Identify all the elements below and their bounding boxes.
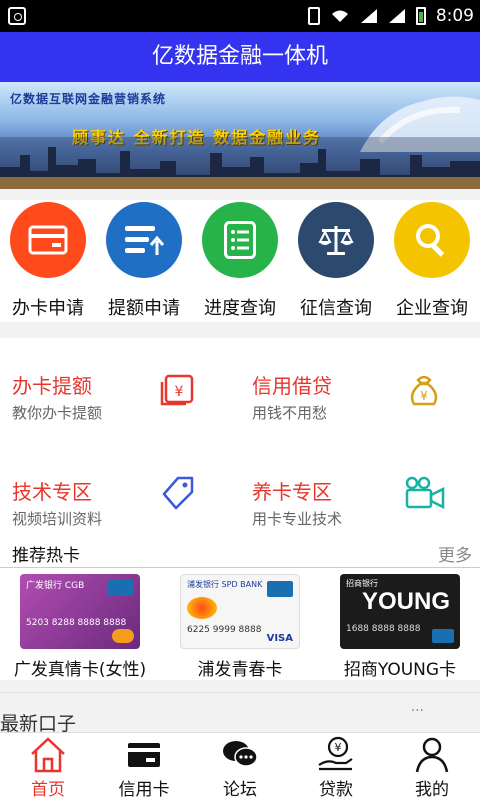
recommended-cards: 广发银行 CGB 5203 8288 8888 8888 广发真情卡(女性) 浦… (0, 568, 480, 680)
unionpay-logo (432, 629, 454, 643)
tab-label: 信用卡 (118, 780, 170, 800)
banner-title: 亿数据互联网金融营销系统 (10, 92, 167, 106)
user-icon (415, 737, 449, 773)
card-image: 浦发银行 SPD BANK 6225 9999 8888 VISA (180, 574, 300, 649)
service-title: 办卡提额 (12, 374, 92, 398)
tab-credit-card[interactable]: 信用卡 (96, 733, 192, 800)
tab-home[interactable]: 首页 (0, 733, 96, 800)
yen-card-icon: ¥ (160, 374, 194, 406)
quick-action-label: 征信查询 (300, 298, 372, 319)
service-card-limit[interactable]: 办卡提额 教你办卡提额 ¥ (0, 338, 240, 436)
card-number: 6225 9999 8888 (187, 625, 262, 635)
quick-action-label: 提额申请 (108, 298, 180, 319)
quick-action-credit-check[interactable]: 征信查询 (288, 200, 384, 322)
tab-loan[interactable]: ¥ 贷款 (288, 733, 384, 800)
more-link[interactable]: 更多 (438, 541, 472, 566)
service-subtitle: 视频培训资料 (12, 510, 103, 528)
card-item-cmb[interactable]: 招商银行 YOUNG 1688 8888 8888 招商YOUNG卡 (320, 568, 480, 680)
home-icon (31, 737, 65, 773)
list-icon (202, 202, 278, 278)
tab-label: 我的 (415, 780, 449, 800)
signal-icon-2 (388, 9, 405, 23)
card-image: 招商银行 YOUNG 1688 8888 8888 (340, 574, 460, 649)
quick-action-label: 进度查询 (204, 298, 276, 319)
service-card-tech[interactable]: 技术专区 视频培训资料 (0, 436, 240, 534)
card-bank-name: 浦发银行 SPD BANK (187, 580, 263, 589)
status-bar: 8:09 (0, 0, 480, 32)
bottom-tab-bar: 首页 信用卡 论坛 ¥ 贷款 我的 (0, 732, 480, 800)
chat-icon (223, 741, 258, 767)
tab-forum[interactable]: 论坛 (192, 733, 288, 800)
service-subtitle: 用钱不用愁 (252, 404, 328, 422)
wifi-icon (331, 10, 348, 22)
city-skyline-image (0, 137, 480, 189)
service-title: 养卡专区 (252, 480, 332, 504)
vibrate-icon (307, 7, 320, 25)
service-subtitle: 用卡专业技术 (252, 510, 343, 528)
promo-banner[interactable]: 亿数据互联网金融营销系统 顾事达 全新打造 数据金融业务 (0, 82, 480, 189)
app-title: 亿数据金融一体机 (0, 32, 480, 82)
svg-text:¥: ¥ (420, 389, 428, 403)
tag-icon (162, 476, 194, 510)
tab-mine[interactable]: 我的 (384, 733, 480, 800)
card-name: 招商YOUNG卡 (343, 660, 457, 680)
unionpay-logo (108, 580, 134, 596)
card-name: 浦发青春卡 (197, 660, 283, 680)
mastercard-logo (112, 629, 134, 643)
svg-text:¥: ¥ (175, 384, 184, 400)
tab-label: 首页 (31, 780, 65, 800)
service-subtitle: 教你办卡提额 (12, 404, 103, 422)
card-number: 5203 8288 8888 8888 (26, 618, 127, 628)
service-grid: 办卡提额 教你办卡提额 ¥ 信用借贷 用钱不用愁 ¥ 技术专区 视频培训资料 养… (0, 338, 480, 534)
card-item-spdb[interactable]: 浦发银行 SPD BANK 6225 9999 8888 VISA 浦发青春卡 (160, 568, 320, 680)
scale-icon (298, 202, 374, 278)
unionpay-logo (267, 581, 293, 597)
quick-action-progress[interactable]: 进度查询 (192, 200, 288, 322)
young-logo: YOUNG (362, 588, 451, 615)
recommended-header: 推荐热卡 更多 (0, 534, 480, 568)
loan-icon: ¥ (318, 736, 353, 771)
card-bank-name: 广发银行 CGB (26, 581, 85, 591)
tab-label: 论坛 (223, 780, 257, 800)
status-time: 8:09 (435, 6, 474, 26)
search-icon (394, 202, 470, 278)
card-name: 广发真情卡(女性) (13, 660, 147, 680)
card-image: 广发银行 CGB 5203 8288 8888 8888 (20, 574, 140, 649)
card-art (187, 597, 217, 619)
signal-icon (360, 9, 377, 23)
visa-logo: VISA (266, 633, 293, 644)
quick-action-company-search[interactable]: 企业查询 (384, 200, 480, 322)
card-item-cgb[interactable]: 广发银行 CGB 5203 8288 8888 8888 广发真情卡(女性) (0, 568, 160, 680)
card-number: 1688 8888 8888 (346, 624, 421, 634)
screenshot-icon (8, 7, 26, 25)
svg-text:¥: ¥ (335, 741, 342, 754)
quick-action-label: 办卡申请 (12, 298, 84, 319)
service-card-maintenance[interactable]: 养卡专区 用卡专业技术 (240, 436, 480, 534)
latest-section: 最新口子 ... (0, 692, 480, 735)
service-title: 技术专区 (12, 480, 92, 504)
video-camera-icon (405, 476, 445, 510)
recommended-title: 推荐热卡 (12, 546, 80, 566)
service-card-loan[interactable]: 信用借贷 用钱不用愁 ¥ (240, 338, 480, 436)
quick-actions: 办卡申请 提额申请 进度查询 征信查询 企业查询 (0, 200, 480, 322)
raise-limit-icon (106, 202, 182, 278)
quick-action-card-apply[interactable]: 办卡申请 (0, 200, 96, 322)
tab-label: 贷款 (319, 780, 353, 800)
quick-action-label: 企业查询 (396, 298, 468, 319)
battery-icon (415, 7, 426, 25)
money-bag-icon: ¥ (410, 375, 438, 406)
card-icon (10, 202, 86, 278)
more-dots[interactable]: ... (411, 699, 424, 715)
credit-card-icon (128, 743, 160, 767)
quick-action-raise-limit[interactable]: 提额申请 (96, 200, 192, 322)
service-title: 信用借贷 (252, 374, 332, 398)
